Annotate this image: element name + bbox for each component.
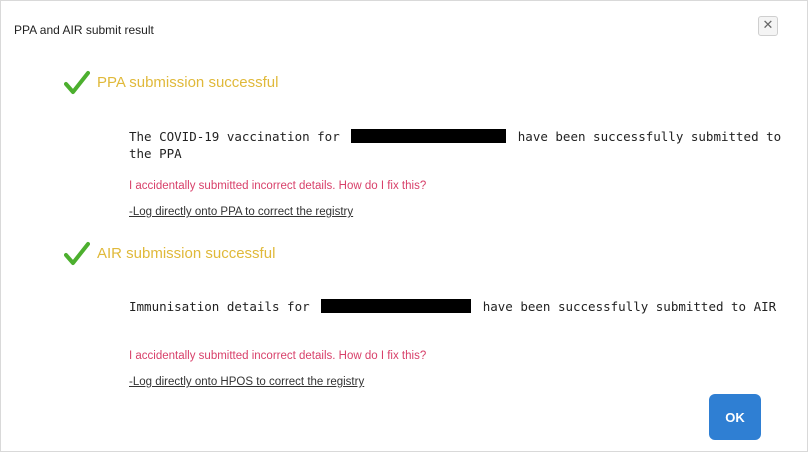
ppa-message-line2: the PPA: [129, 146, 182, 161]
checkmark-icon: [64, 71, 90, 94]
ppa-message: The COVID-19 vaccination for have been s…: [129, 128, 781, 162]
close-button[interactable]: ✕: [758, 16, 778, 36]
air-message: Immunisation details for have been succe…: [129, 298, 776, 315]
redacted-block: [351, 129, 507, 143]
air-fix-question: I accidentally submitted incorrect detai…: [129, 350, 427, 362]
air-message-end: have been successfully submitted to AIR: [482, 299, 777, 314]
ppa-message-start: The COVID-19 vaccination for: [129, 129, 340, 144]
ok-button[interactable]: OK: [709, 394, 761, 440]
ppa-fix-question: I accidentally submitted incorrect detai…: [129, 180, 427, 192]
ppa-message-end: have been successfully submitted to: [517, 129, 782, 144]
redacted-block: [321, 299, 472, 313]
close-icon: ✕: [762, 18, 774, 33]
air-heading: AIR submission successful: [97, 245, 276, 262]
air-fix-link[interactable]: -Log directly onto HPOS to correct the r…: [129, 376, 364, 388]
air-message-start: Immunisation details for: [129, 299, 310, 314]
submit-result-dialog: PPA and AIR submit result ✕ PPA submissi…: [0, 0, 808, 452]
dialog-title: PPA and AIR submit result: [14, 23, 154, 37]
checkmark-icon: [64, 242, 90, 265]
ppa-heading: PPA submission successful: [97, 74, 279, 91]
ppa-fix-link[interactable]: -Log directly onto PPA to correct the re…: [129, 206, 353, 218]
